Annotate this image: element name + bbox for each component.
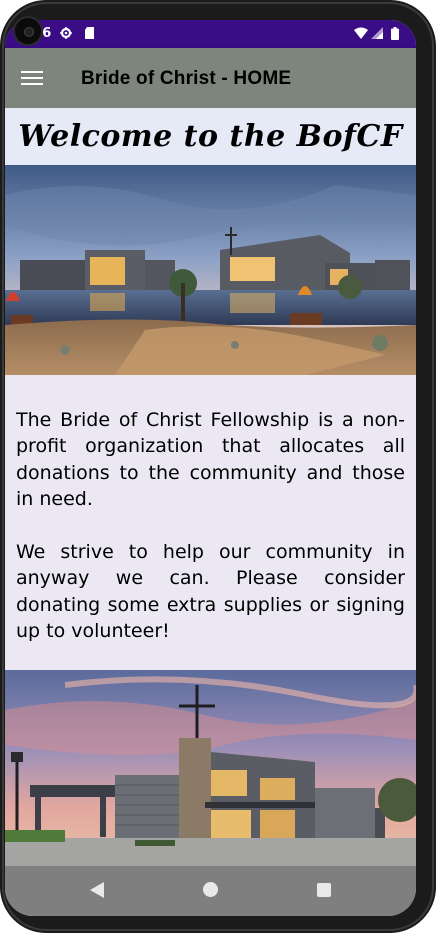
app-title: Bride of Christ - HOME [81,68,292,89]
about-paragraph: The Bride of Christ Fellowship is a non-… [16,409,405,510]
home-icon[interactable] [203,882,218,897]
battery-icon [391,27,399,40]
front-camera [13,16,43,46]
sd-card-icon [85,27,94,39]
phone-frame: 4:36 [0,0,436,933]
back-icon[interactable] [90,882,104,898]
mission-paragraph: We strive to help our community in anywa… [16,541,405,642]
hamburger-menu-icon[interactable] [21,68,43,88]
church-building-with-cross-photo [5,670,416,866]
signal-icon [371,27,383,39]
recents-icon[interactable] [317,883,331,897]
status-bar: 4:36 [5,20,416,48]
screen: 4:36 [5,20,416,916]
wifi-icon [354,27,368,39]
welcome-heading: Welcome to the BofCF [18,119,403,154]
welcome-banner: Welcome to the BofCF [5,108,416,165]
system-nav-bar [5,866,416,916]
app-bar: Bride of Christ - HOME [5,48,416,108]
church-campus-at-dusk-photo [5,165,416,375]
settings-gear-icon [60,27,72,39]
home-content[interactable]: Welcome to the BofCF The Bride of Christ… [5,108,416,866]
